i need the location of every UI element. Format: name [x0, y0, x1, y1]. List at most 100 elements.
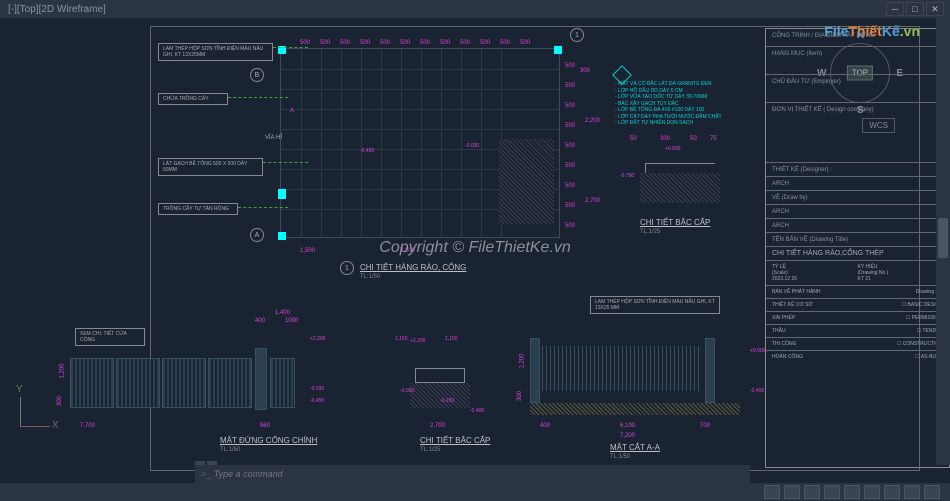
elevation-mark: 1,150: [395, 336, 408, 342]
scrollbar-thumb[interactable]: [938, 218, 948, 258]
step-detail-title: CHI TIẾT BẬC CẤP: [640, 218, 710, 227]
stair-hatch: [640, 173, 720, 203]
tb-arch2: ARCH: [766, 205, 949, 219]
gate-panel: [70, 358, 114, 408]
vertical-scrollbar[interactable]: [936, 18, 950, 465]
ucs-y-axis: [20, 397, 21, 427]
grid-line: [281, 89, 559, 90]
cyan-marker: [554, 46, 562, 54]
elevation-mark: -0.750: [620, 173, 634, 179]
status-bar: [0, 483, 950, 501]
status-icon[interactable]: [764, 485, 780, 499]
step-scale: TL:1/25: [420, 447, 440, 453]
leader-line: [238, 207, 288, 208]
status-icon[interactable]: [804, 485, 820, 499]
elevation-mark: +0.500: [665, 146, 680, 152]
viewport-label: [-][Top][2D Wireframe]: [8, 4, 106, 15]
grid-marker-a: A: [250, 228, 264, 242]
grid-line: [281, 129, 559, 130]
gate-panel: [162, 358, 206, 408]
dimension: 400: [255, 318, 265, 324]
dimension: 50: [690, 136, 697, 142]
ucs-y-label: Y: [16, 384, 23, 395]
dimension: 500: [565, 63, 575, 69]
dimension: 75: [710, 136, 717, 142]
dimension: 1,200: [60, 363, 66, 378]
dimension: 500: [565, 83, 575, 89]
dimension: 300: [660, 136, 670, 142]
dimension: 6,100: [620, 423, 635, 429]
dimension: 7,200: [400, 248, 415, 254]
grid-line: [461, 49, 462, 237]
step-detail-scale: TL:1/25: [640, 229, 660, 235]
elevation-mark: -0.030: [465, 143, 479, 149]
dimension: 500: [380, 40, 390, 46]
elevation-mark: -0.030: [310, 386, 324, 392]
viewport-header: [-][Top][2D Wireframe]: [0, 0, 950, 18]
close-button[interactable]: ✕: [926, 2, 944, 16]
command-input[interactable]: [214, 469, 414, 479]
status-icon[interactable]: [824, 485, 840, 499]
elevation-mark: +0.000: [750, 348, 765, 354]
drawing-canvas[interactable]: FileThiếtKế.vn N S E W TOP WCS: [0, 18, 950, 477]
tb-scale-row: TỶ LỆ (Scale) 2022.12.26 KÝ HIỆU (Drawin…: [766, 261, 949, 286]
ground-hatch: [530, 403, 740, 415]
dimension: 500: [300, 40, 310, 46]
dimension: 400: [540, 423, 550, 429]
fence-pillar: [530, 338, 540, 403]
grid-line: [341, 49, 342, 237]
callout-fence-lam: LAM THÉP HỘP SƠN TĨNH ĐIỆN MÀU NÂU GHI, …: [590, 296, 720, 314]
callout-trong-cay-2: TRỒNG CÂY TỰ TÁN RỘNG: [158, 203, 238, 215]
status-icon[interactable]: [884, 485, 900, 499]
title-block: CÔNG TRÌNH / ĐỊA ĐIỂM XÂY DỰNG HẠNG MỤC …: [765, 28, 950, 468]
tb-employer: CHỦ ĐẦU TƯ (Employer): [766, 75, 949, 103]
leader-line: [228, 97, 288, 98]
tb-drawing-title-label: TÊN BẢN VẼ (Drawing Title): [766, 233, 949, 247]
dimension: 1,200: [520, 353, 526, 368]
grid-line: [361, 49, 362, 237]
grid-marker-b: B: [250, 68, 264, 82]
dimension: 300: [517, 391, 523, 401]
dimension: 500: [565, 123, 575, 129]
tb-project: CÔNG TRÌNH / ĐỊA ĐIỂM XÂY DỰNG: [766, 29, 949, 47]
command-line[interactable]: >_: [195, 465, 750, 483]
gate-panel: [116, 358, 160, 408]
tb-drawby: VẼ (Draw by): [766, 191, 949, 205]
status-icon[interactable]: [904, 485, 920, 499]
command-prompt: >_: [201, 469, 211, 479]
dimension: 500: [340, 40, 350, 46]
grid-line: [281, 109, 559, 110]
maximize-button[interactable]: □: [906, 2, 924, 16]
grid-line: [301, 49, 302, 237]
minimize-button[interactable]: ─: [886, 2, 904, 16]
cyan-marker: [278, 232, 286, 240]
plan-view: [280, 48, 560, 238]
dimension: 500: [565, 143, 575, 149]
gate-panel: [208, 358, 252, 408]
dimension: 500: [520, 40, 530, 46]
dimension: 50: [630, 136, 637, 142]
plan-title: CHI TIẾT HÀNG RÀO, CỔNG: [360, 263, 466, 272]
status-icon[interactable]: [844, 485, 860, 499]
dimension: 500: [360, 40, 370, 46]
dimension: 300: [580, 68, 590, 74]
status-icon[interactable]: [784, 485, 800, 499]
tb-drawing-name: CHI TIẾT HÀNG RÀO,CỔNG THÉP: [766, 247, 949, 261]
status-icon[interactable]: [864, 485, 880, 499]
gate-pillar: [255, 348, 267, 410]
dimension: 700: [700, 423, 710, 429]
grid-line: [321, 49, 322, 237]
leader-line: [273, 47, 308, 48]
dimension: 960: [260, 423, 270, 429]
tb-arch3: ARCH: [766, 219, 949, 233]
dimension: 500: [460, 40, 470, 46]
leader-line: [263, 162, 308, 163]
stair-detail: [620, 148, 730, 208]
step-hatch: [410, 383, 470, 408]
tb-designer: THIẾT KẾ (Designer) :: [766, 163, 949, 177]
step-title: CHI TIẾT BẬC CẤP: [420, 436, 490, 445]
tb-issue: BẢN VẼ PHÁT HÀNHDrawing For: [766, 286, 949, 299]
status-icon[interactable]: [924, 485, 940, 499]
callout-lat-gach: LÁT GẠCH BÊ TÔNG 500 X 500 DÀY 50MM: [158, 158, 263, 176]
dimension: 500: [565, 183, 575, 189]
